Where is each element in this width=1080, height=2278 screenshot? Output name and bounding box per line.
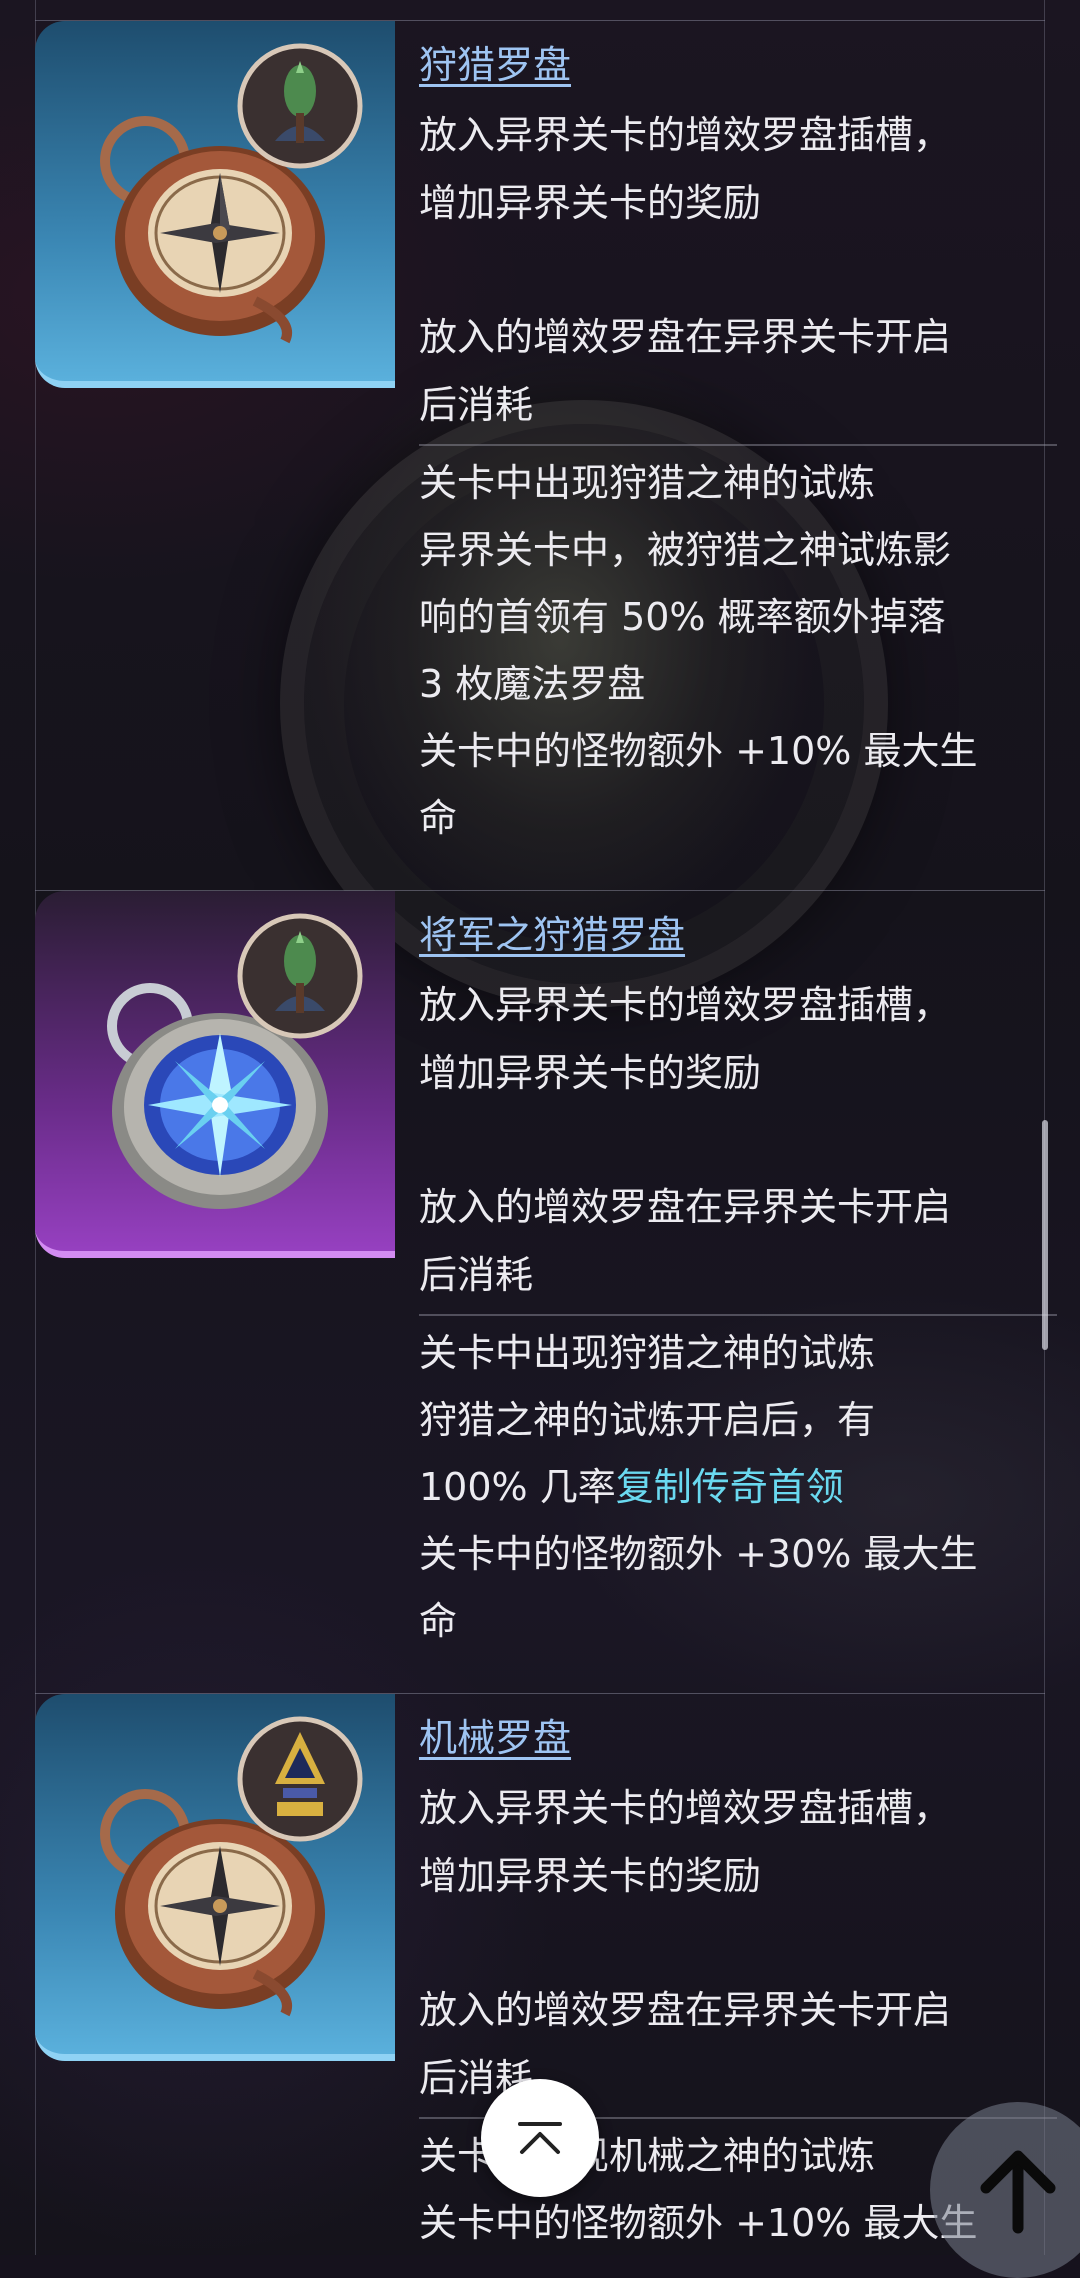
consume-line: 后消耗 [419,1253,534,1297]
arrow-up-icon [980,2150,1056,2234]
consume-line: 放入的增效罗盘在异界关卡开启 [419,1988,952,2032]
hunting-god-badge-icon [237,913,363,1039]
effect-line: 关卡中出现狩猎之神的试炼 [419,1331,876,1375]
effect-line: 命 [419,796,458,840]
effect-line: 响的首领有 50% 概率额外掉落 [419,595,946,639]
effect-line: 关卡中出现狩猎之神的试炼 [419,461,876,505]
hunting-god-badge-icon [237,43,363,169]
section-divider [419,1314,1057,1316]
consume-line: 放入的增效罗盘在异界关卡开启 [419,1185,952,1229]
desc-line: 放入异界关卡的增效罗盘插槽， [419,113,952,157]
desc-line: 放入异界关卡的增效罗盘插槽， [419,1786,952,1830]
item-image[interactable] [35,1694,395,2061]
item-image[interactable] [35,21,395,388]
desc-line: 增加异界关卡的奖励 [419,1854,762,1898]
desc-line: 放入异界关卡的增效罗盘插槽， [419,983,952,1027]
chance-text: 100% 几率 [419,1465,616,1509]
item-title-link[interactable]: 狩猎罗盘 [419,41,571,89]
item-image[interactable] [35,891,395,1258]
effect-line: 关卡中的怪物额外 +10% 最大生 [419,2201,978,2245]
effect-line: 异界关卡中，被狩猎之神试炼影 [419,528,952,572]
compass-card: 狩猎罗盘 放入异界关卡的增效罗盘插槽， 增加异界关卡的奖励 放入的增效罗盘在异界… [35,20,1057,891]
scrollbar-thumb[interactable] [1042,1120,1048,1350]
item-title-link[interactable]: 将军之狩猎罗盘 [419,911,685,959]
desc-line: 增加异界关卡的奖励 [419,181,762,225]
effect-line: 狩猎之神的试炼开启后，有 [419,1398,876,1442]
consume-line: 后消耗 [419,383,534,427]
scroll-to-top-button[interactable] [481,2079,599,2197]
effect-line: 100% 几率复制传奇首领 [419,1463,844,1511]
effect-line: 关卡中的怪物额外 +10% 最大生 [419,729,978,773]
compass-card: 将军之狩猎罗盘 放入异界关卡的增效罗盘插槽， 增加异界关卡的奖励 放入的增效罗盘… [35,890,1057,1691]
effect-line: 命 [419,1599,458,1643]
consume-line: 放入的增效罗盘在异界关卡开启 [419,315,952,359]
duplicate-boss-link[interactable]: 复制传奇首领 [616,1465,844,1509]
effect-line: 关卡中的怪物额外 +30% 最大生 [419,1532,978,1576]
desc-line: 增加异界关卡的奖励 [419,1051,762,1095]
effect-line: 3 枚魔法罗盘 [419,662,646,706]
machine-god-badge-icon [237,1716,363,1842]
chevron-up-icon [518,2122,562,2154]
section-divider [419,444,1057,446]
item-title-link[interactable]: 机械罗盘 [419,1714,571,1762]
